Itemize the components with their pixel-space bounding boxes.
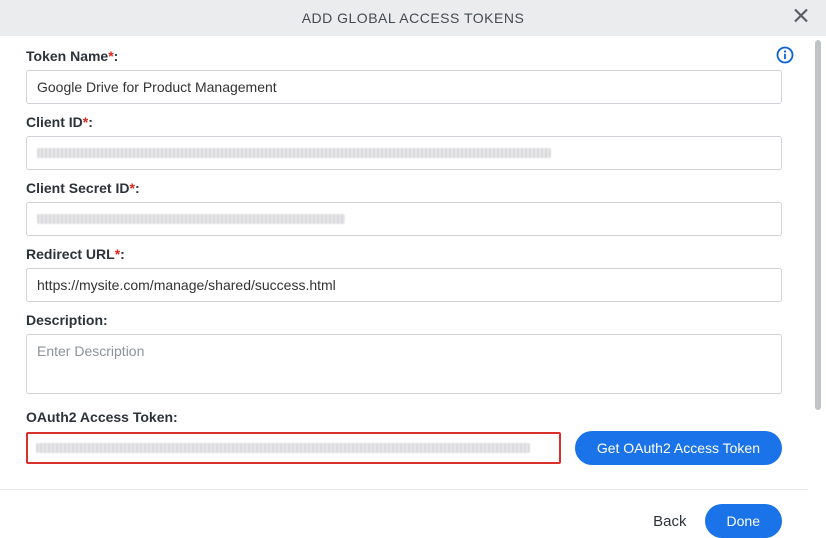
- redirect-url-group: Redirect URL*:: [26, 246, 782, 302]
- client-id-group: Client ID*:: [26, 114, 782, 170]
- modal-body: Token Name*: Client ID*: Client Secret I…: [0, 36, 808, 479]
- label-text: Token Name: [26, 48, 108, 64]
- label-text: Client ID: [26, 114, 83, 130]
- client-id-label: Client ID*:: [26, 114, 782, 130]
- client-id-input[interactable]: [26, 136, 782, 170]
- modal-title: ADD GLOBAL ACCESS TOKENS: [302, 10, 525, 26]
- close-icon[interactable]: [792, 7, 810, 30]
- modal-footer: Back Done: [0, 489, 808, 538]
- info-icon[interactable]: [776, 46, 794, 69]
- token-name-input[interactable]: [26, 70, 782, 104]
- redacted-value: [37, 214, 345, 224]
- label-colon: :: [114, 48, 119, 64]
- back-button[interactable]: Back: [653, 513, 686, 530]
- oauth-token-label: OAuth2 Access Token:: [26, 409, 782, 425]
- client-secret-label: Client Secret ID*:: [26, 180, 782, 196]
- label-text: Redirect URL: [26, 246, 115, 262]
- label-colon: :: [120, 246, 125, 262]
- oauth-token-row: Get OAuth2 Access Token: [26, 431, 782, 465]
- client-secret-group: Client Secret ID*:: [26, 180, 782, 236]
- redacted-value: [36, 443, 530, 453]
- redirect-url-label: Redirect URL*:: [26, 246, 782, 262]
- redirect-url-input[interactable]: [26, 268, 782, 302]
- redacted-value: [37, 148, 551, 158]
- modal-header: ADD GLOBAL ACCESS TOKENS: [0, 0, 826, 36]
- client-secret-input[interactable]: [26, 202, 782, 236]
- description-group: Description:: [26, 312, 782, 399]
- oauth-token-group: OAuth2 Access Token: Get OAuth2 Access T…: [26, 409, 782, 465]
- description-label: Description:: [26, 312, 782, 328]
- scrollbar[interactable]: [815, 40, 821, 410]
- description-input[interactable]: [26, 334, 782, 394]
- oauth-token-display[interactable]: [26, 432, 561, 464]
- token-name-group: Token Name*:: [26, 48, 782, 104]
- label-colon: :: [88, 114, 93, 130]
- label-colon: :: [135, 180, 140, 196]
- done-button[interactable]: Done: [705, 504, 782, 538]
- label-text: Client Secret ID: [26, 180, 129, 196]
- get-oauth-token-button[interactable]: Get OAuth2 Access Token: [575, 431, 782, 465]
- token-name-label: Token Name*:: [26, 48, 782, 64]
